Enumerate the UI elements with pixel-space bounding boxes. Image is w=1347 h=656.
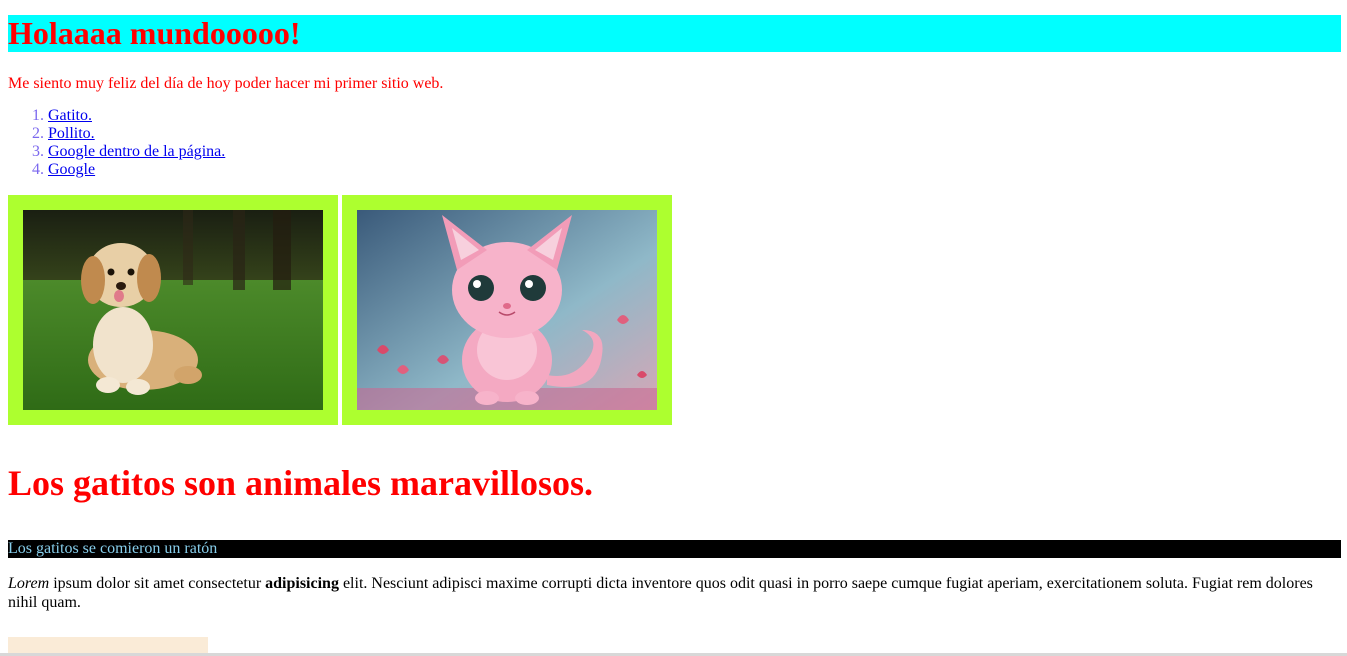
intro-text: Me siento muy feliz del día de hoy poder… [8,75,444,92]
list-item: Google dentro de la página. [48,143,1341,161]
image-gallery [8,195,1341,425]
link-google[interactable]: Google [48,161,95,178]
image-frame-kitten [342,195,672,425]
page: Holaaaa mundooooo! Me siento muy feliz d… [0,15,1347,612]
link-list: Gatito. Pollito. Google dentro de la pág… [8,107,1341,179]
kitten-image [357,210,657,410]
list-item: Google [48,161,1341,179]
page-title: Holaaaa mundooooo! [8,15,1341,52]
lorem-paragraph: Lorem ipsum dolor sit amet consectetur a… [8,574,1341,612]
image-frame-puppy [8,195,338,425]
lorem-strong: adipisicing [265,575,339,592]
link-pollito[interactable]: Pollito. [48,125,95,142]
puppy-image [23,210,323,410]
section-title: Los gatitos son animales maravillosos. [8,463,594,503]
list-item: Pollito. [48,125,1341,143]
lorem-emphasis: Lorem [8,575,50,592]
link-gatito[interactable]: Gatito. [48,107,92,124]
lorem-text-1: ipsum dolor sit amet consectetur [49,575,266,592]
list-item: Gatito. [48,107,1341,125]
link-google-in-page[interactable]: Google dentro de la página. [48,143,225,160]
dark-banner: Los gatitos se comieron un ratón [8,540,1341,558]
